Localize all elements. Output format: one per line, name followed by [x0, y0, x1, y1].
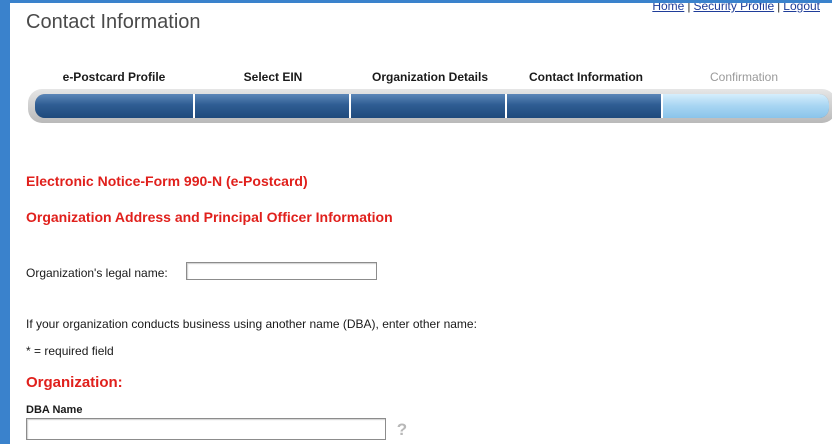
progress-segment-organization-details — [351, 94, 507, 118]
step-label-contact-information: Contact Information — [529, 70, 643, 84]
dba-description: If your organization conducts business u… — [26, 317, 477, 331]
help-question-icon[interactable]: ? — [393, 420, 411, 440]
legal-name-input[interactable] — [186, 262, 377, 280]
link-separator: | — [687, 0, 691, 13]
progress-segment-epostcard-profile — [35, 94, 195, 118]
step-label-epostcard-profile: e-Postcard Profile — [62, 70, 166, 84]
progress-track — [35, 94, 829, 118]
progress-steps-labels: e-Postcard Profile Select EIN Organizati… — [34, 70, 824, 84]
required-field-note: * = required field — [26, 344, 114, 358]
form-subheading: Organization Address and Principal Offic… — [26, 209, 393, 225]
step-label-select-ein: Select EIN — [243, 70, 303, 84]
link-separator: | — [777, 0, 781, 13]
logout-link[interactable]: Logout — [783, 3, 820, 13]
dba-name-label: DBA Name — [26, 404, 83, 416]
browser-frame: Contact Information Home | Security Prof… — [0, 0, 832, 444]
step-label-organization-details: Organization Details — [371, 70, 489, 84]
step-label-confirmation: Confirmation — [709, 70, 779, 84]
progress-segment-confirmation — [663, 94, 829, 118]
form-heading: Electronic Notice-Form 990-N (e-Postcard… — [26, 173, 308, 189]
page-title: Contact Information — [26, 11, 201, 33]
progress-segment-contact-information — [507, 94, 663, 118]
home-link[interactable]: Home — [652, 3, 684, 13]
dba-name-input[interactable] — [26, 418, 386, 440]
organization-section-title: Organization: — [26, 374, 123, 391]
security-profile-link[interactable]: Security Profile — [693, 3, 774, 13]
progress-bar — [28, 89, 832, 123]
top-nav-links: Home | Security Profile | Logout — [652, 0, 820, 13]
legal-name-label: Organization's legal name: — [26, 266, 168, 280]
progress-segment-select-ein — [195, 94, 351, 118]
